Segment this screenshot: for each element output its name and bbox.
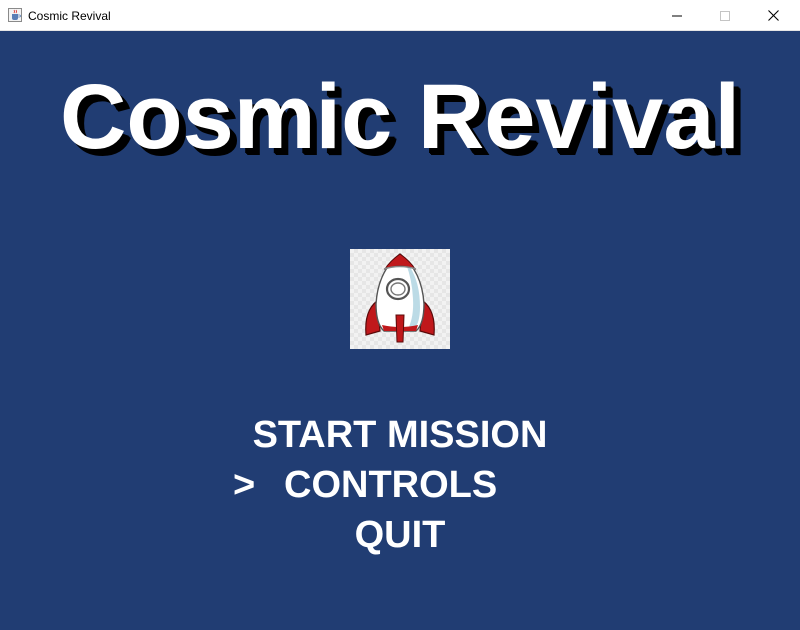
menu-selection-cursor: > bbox=[233, 464, 256, 506]
window-title: Cosmic Revival bbox=[28, 9, 111, 23]
maximize-icon bbox=[720, 10, 730, 21]
menu-item-controls[interactable]: CONTROLS bbox=[284, 463, 497, 507]
maximize-button[interactable] bbox=[702, 0, 748, 31]
title-bar[interactable]: Cosmic Revival bbox=[0, 0, 800, 31]
java-cup-icon bbox=[8, 8, 22, 22]
game-title: Cosmic Revival bbox=[59, 66, 741, 168]
menu-item-start-mission[interactable]: START MISSION bbox=[0, 413, 800, 457]
close-button[interactable] bbox=[750, 0, 796, 31]
rocket-icon bbox=[365, 253, 435, 343]
rocket-logo bbox=[350, 249, 450, 349]
menu-item-quit[interactable]: QUIT bbox=[0, 513, 800, 557]
app-window: Cosmic Revival Cosmic Revival START MISS… bbox=[0, 0, 800, 630]
minimize-icon bbox=[672, 15, 682, 16]
close-icon bbox=[767, 10, 779, 21]
minimize-button[interactable] bbox=[654, 0, 700, 31]
